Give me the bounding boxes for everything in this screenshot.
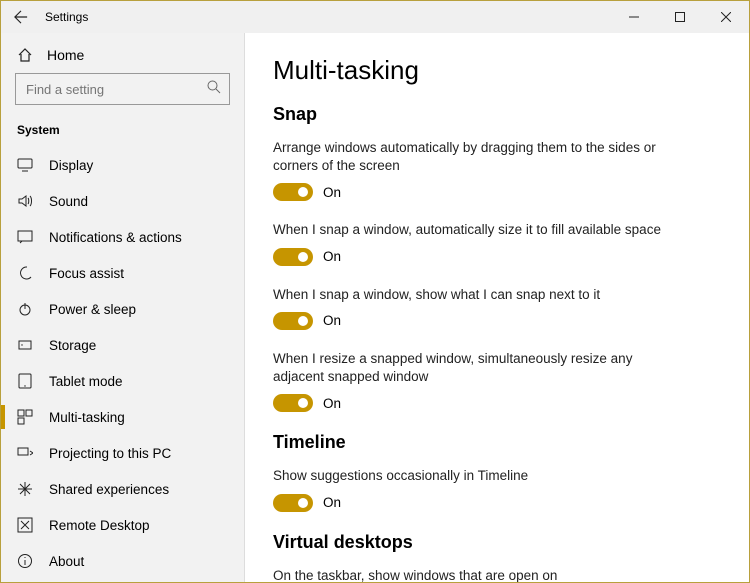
main-panel: Multi-tasking Snap Arrange windows autom… bbox=[245, 33, 749, 582]
home-label: Home bbox=[47, 47, 84, 63]
shared-icon bbox=[17, 481, 33, 497]
setting-vdesktops-taskbar: On the taskbar, show windows that are op… bbox=[273, 567, 673, 582]
sidebar-item-power-sleep[interactable]: Power & sleep bbox=[1, 291, 244, 327]
setting-label: On the taskbar, show windows that are op… bbox=[273, 567, 673, 582]
toggle-state: On bbox=[323, 249, 341, 264]
toggle-snap-autosize[interactable] bbox=[273, 248, 313, 266]
toggle-snap-suggest[interactable] bbox=[273, 312, 313, 330]
setting-label: When I snap a window, show what I can sn… bbox=[273, 286, 673, 304]
nav-label: Display bbox=[49, 158, 93, 173]
sidebar-item-remote-desktop[interactable]: Remote Desktop bbox=[1, 507, 244, 543]
nav-label: Multi-tasking bbox=[49, 410, 125, 425]
section-timeline-heading: Timeline bbox=[273, 432, 721, 453]
nav-label: About bbox=[49, 554, 84, 569]
toggle-state: On bbox=[323, 313, 341, 328]
sidebar-item-sound[interactable]: Sound bbox=[1, 183, 244, 219]
nav-label: Remote Desktop bbox=[49, 518, 150, 533]
setting-label: Show suggestions occasionally in Timelin… bbox=[273, 467, 673, 485]
toggle-state: On bbox=[323, 495, 341, 510]
power-icon bbox=[17, 301, 33, 317]
storage-icon bbox=[17, 337, 33, 353]
nav-label: Notifications & actions bbox=[49, 230, 182, 245]
multitasking-icon bbox=[17, 409, 33, 425]
about-icon bbox=[17, 553, 33, 569]
toggle-state: On bbox=[323, 396, 341, 411]
setting-label: Arrange windows automatically by draggin… bbox=[273, 139, 673, 175]
close-icon bbox=[721, 12, 731, 22]
toggle-snap-resize[interactable] bbox=[273, 394, 313, 412]
tablet-icon bbox=[17, 373, 33, 389]
focus-assist-icon bbox=[17, 265, 33, 281]
home-nav[interactable]: Home bbox=[1, 33, 244, 73]
page-title: Multi-tasking bbox=[273, 55, 721, 86]
notifications-icon bbox=[17, 229, 33, 245]
home-icon bbox=[17, 47, 33, 63]
sidebar-item-tablet-mode[interactable]: Tablet mode bbox=[1, 363, 244, 399]
titlebar: Settings bbox=[1, 1, 749, 33]
nav-group-label: System bbox=[1, 117, 244, 147]
minimize-icon bbox=[629, 12, 639, 22]
nav-label: Sound bbox=[49, 194, 88, 209]
close-button[interactable] bbox=[703, 1, 749, 33]
nav-label: Tablet mode bbox=[49, 374, 123, 389]
section-vdesktops-heading: Virtual desktops bbox=[273, 532, 721, 553]
nav-label: Shared experiences bbox=[49, 482, 169, 497]
remote-desktop-icon bbox=[17, 517, 33, 533]
display-icon bbox=[17, 157, 33, 173]
search-input[interactable] bbox=[15, 73, 230, 105]
setting-snap-arrange: Arrange windows automatically by draggin… bbox=[273, 139, 673, 201]
nav-list: Display Sound Notifications & actions Fo… bbox=[1, 147, 244, 582]
setting-timeline-suggestions: Show suggestions occasionally in Timelin… bbox=[273, 467, 673, 511]
nav-label: Storage bbox=[49, 338, 96, 353]
sound-icon bbox=[17, 193, 33, 209]
sidebar-item-focus-assist[interactable]: Focus assist bbox=[1, 255, 244, 291]
toggle-state: On bbox=[323, 185, 341, 200]
sidebar-item-shared-experiences[interactable]: Shared experiences bbox=[1, 471, 244, 507]
sidebar-item-about[interactable]: About bbox=[1, 543, 244, 579]
nav-label: Focus assist bbox=[49, 266, 124, 281]
setting-snap-suggest: When I snap a window, show what I can sn… bbox=[273, 286, 673, 330]
sidebar-item-projecting[interactable]: Projecting to this PC bbox=[1, 435, 244, 471]
nav-label: Projecting to this PC bbox=[49, 446, 171, 461]
sidebar-item-notifications[interactable]: Notifications & actions bbox=[1, 219, 244, 255]
window-title: Settings bbox=[41, 10, 88, 24]
sidebar-item-display[interactable]: Display bbox=[1, 147, 244, 183]
sidebar: Home System Display Sound Notifications … bbox=[1, 33, 245, 582]
sidebar-item-storage[interactable]: Storage bbox=[1, 327, 244, 363]
setting-snap-resize: When I resize a snapped window, simultan… bbox=[273, 350, 673, 412]
projecting-icon bbox=[17, 445, 33, 461]
setting-label: When I snap a window, automatically size… bbox=[273, 221, 673, 239]
nav-label: Power & sleep bbox=[49, 302, 136, 317]
back-arrow-icon bbox=[14, 10, 28, 24]
toggle-timeline-suggestions[interactable] bbox=[273, 494, 313, 512]
minimize-button[interactable] bbox=[611, 1, 657, 33]
setting-snap-autosize: When I snap a window, automatically size… bbox=[273, 221, 673, 265]
sidebar-item-multi-tasking[interactable]: Multi-tasking bbox=[1, 399, 244, 435]
back-button[interactable] bbox=[1, 10, 41, 24]
setting-label: When I resize a snapped window, simultan… bbox=[273, 350, 673, 386]
maximize-icon bbox=[675, 12, 685, 22]
section-snap-heading: Snap bbox=[273, 104, 721, 125]
toggle-snap-arrange[interactable] bbox=[273, 183, 313, 201]
maximize-button[interactable] bbox=[657, 1, 703, 33]
